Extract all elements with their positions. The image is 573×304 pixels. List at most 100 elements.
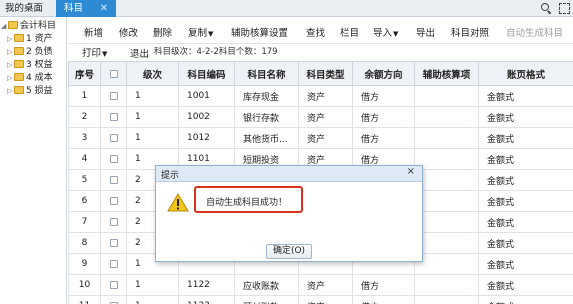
fullscreen-icon[interactable]: [559, 3, 570, 14]
row-checkbox[interactable]: [109, 133, 118, 142]
cell-aux: [414, 190, 479, 212]
cell-name: 预付账款: [234, 295, 299, 304]
tree-item-equity[interactable]: ▷ 3 权益: [7, 59, 53, 71]
cell-index: 11: [68, 295, 101, 304]
cell-index: 6: [68, 190, 101, 212]
copy-button[interactable]: 复制▼: [188, 25, 213, 39]
table-row[interactable]: 3 1 1012 其他货币... 资产 借方 金额式: [68, 127, 573, 149]
expand-icon[interactable]: ▷: [7, 46, 13, 58]
tab-home[interactable]: 我的桌面: [5, 0, 43, 17]
row-checkbox[interactable]: [109, 196, 118, 205]
dialog-message: 自动生成科目成功！: [206, 198, 288, 208]
account-match-button[interactable]: 科目对照: [451, 25, 489, 39]
row-checkbox[interactable]: [109, 154, 118, 163]
dialog-titlebar: 提示 ×: [156, 166, 422, 182]
col-index: 序号: [68, 61, 101, 86]
cell-select[interactable]: [100, 106, 127, 128]
row-checkbox[interactable]: [109, 91, 118, 100]
import-button[interactable]: 导入▼: [373, 25, 398, 39]
tab-close-icon[interactable]: ✕: [100, 0, 108, 17]
cell-select[interactable]: [100, 190, 127, 212]
add-button[interactable]: 新增: [84, 25, 103, 39]
message-highlight: 自动生成科目成功！: [194, 186, 303, 213]
chevron-down-icon: ▼: [208, 30, 214, 38]
expand-icon[interactable]: ▷: [7, 33, 13, 45]
select-all-checkbox[interactable]: [109, 69, 118, 78]
row-checkbox[interactable]: [109, 217, 118, 226]
export-button[interactable]: 导出: [416, 25, 435, 39]
cell-format: 金额式: [478, 148, 573, 170]
cell-format: 金额式: [478, 211, 573, 233]
collapse-icon[interactable]: ◢: [1, 20, 7, 32]
cell-type: 资产: [298, 274, 353, 296]
row-checkbox[interactable]: [109, 175, 118, 184]
cell-code: 1001: [178, 85, 235, 107]
expand-icon[interactable]: ▷: [7, 59, 13, 71]
col-level[interactable]: 级次: [126, 61, 179, 86]
cell-aux: [414, 232, 479, 254]
cell-select[interactable]: [100, 85, 127, 107]
row-checkbox[interactable]: [109, 259, 118, 268]
cell-select[interactable]: [100, 232, 127, 254]
cell-select[interactable]: [100, 127, 127, 149]
cell-index: 1: [68, 85, 101, 107]
row-checkbox[interactable]: [109, 112, 118, 121]
chevron-down-icon: ▼: [393, 30, 399, 38]
aux-setup-button[interactable]: 辅助核算设置: [231, 25, 288, 39]
cell-aux: [414, 253, 479, 275]
auto-generate-button[interactable]: 自动生成科目: [506, 25, 563, 39]
cell-format: 金额式: [478, 106, 573, 128]
tree-item-liabilities[interactable]: ▷ 2 负债: [7, 46, 53, 58]
close-icon[interactable]: ×: [407, 166, 415, 177]
folder-icon: [8, 21, 18, 29]
expand-icon[interactable]: ▷: [7, 72, 13, 84]
warning-icon: [167, 193, 189, 212]
exit-button[interactable]: 退出: [130, 46, 149, 60]
find-button[interactable]: 查找: [306, 25, 325, 39]
cell-direction: 借方: [352, 85, 415, 107]
cell-select[interactable]: [100, 274, 127, 296]
search-icon[interactable]: [541, 3, 552, 14]
row-checkbox[interactable]: [109, 238, 118, 247]
col-name[interactable]: 科目名称: [234, 61, 299, 86]
ok-button[interactable]: 确定(O): [266, 244, 312, 259]
tree-item-profit-loss[interactable]: ▷ 5 损益: [7, 85, 53, 97]
row-checkbox[interactable]: [109, 280, 118, 289]
tree-item-assets[interactable]: ▷ 1 资产: [7, 33, 53, 45]
cell-level: 1: [126, 85, 179, 107]
print-button[interactable]: 打印▼: [82, 45, 107, 59]
cell-select[interactable]: [100, 169, 127, 191]
tree-root[interactable]: ◢ 会计科目: [1, 20, 56, 32]
table-row[interactable]: 2 1 1002 银行存款 资产 借方 金额式: [68, 106, 573, 128]
tab-accounts[interactable]: 科目 ✕: [56, 0, 116, 17]
cell-select[interactable]: [100, 148, 127, 170]
cell-format: 金额式: [478, 295, 573, 304]
delete-button[interactable]: 删除: [153, 25, 172, 39]
table-row[interactable]: 1111123预付账款资产借方金额式: [68, 295, 573, 304]
cell-aux: [414, 106, 479, 128]
cell-index: 5: [68, 169, 101, 191]
cell-select[interactable]: [100, 253, 127, 275]
folder-icon: [14, 86, 24, 94]
cell-select[interactable]: [100, 295, 127, 304]
table-row[interactable]: 10 1 1122 应收账款 资产 借方 金额式: [68, 274, 573, 296]
cell-aux: [414, 148, 479, 170]
account-tree: ◢ 会计科目 ▷ 1 资产 ▷ 2 负债 ▷ 3 权益 ▷ 4 成本 ▷ 5 损益: [0, 17, 67, 304]
col-code[interactable]: 科目编码: [178, 61, 235, 86]
tree-item-cost[interactable]: ▷ 4 成本: [7, 72, 53, 84]
col-direction[interactable]: 余额方向: [352, 61, 415, 86]
cell-format: 金额式: [478, 232, 573, 254]
col-type[interactable]: 科目类型: [298, 61, 353, 86]
col-select-all[interactable]: [100, 61, 127, 86]
cell-index: 9: [68, 253, 101, 275]
cell-code: 1002: [178, 106, 235, 128]
col-aux[interactable]: 辅助核算项: [414, 61, 479, 86]
col-format[interactable]: 账页格式: [478, 61, 573, 86]
cell-index: 2: [68, 106, 101, 128]
column-button[interactable]: 栏目: [340, 25, 359, 39]
edit-button[interactable]: 修改: [119, 25, 138, 39]
cell-select[interactable]: [100, 211, 127, 233]
tab-accounts-label: 科目: [64, 3, 84, 14]
table-row[interactable]: 1 1 1001 库存现金 资产 借方 金额式: [68, 85, 573, 107]
expand-icon[interactable]: ▷: [7, 85, 13, 97]
